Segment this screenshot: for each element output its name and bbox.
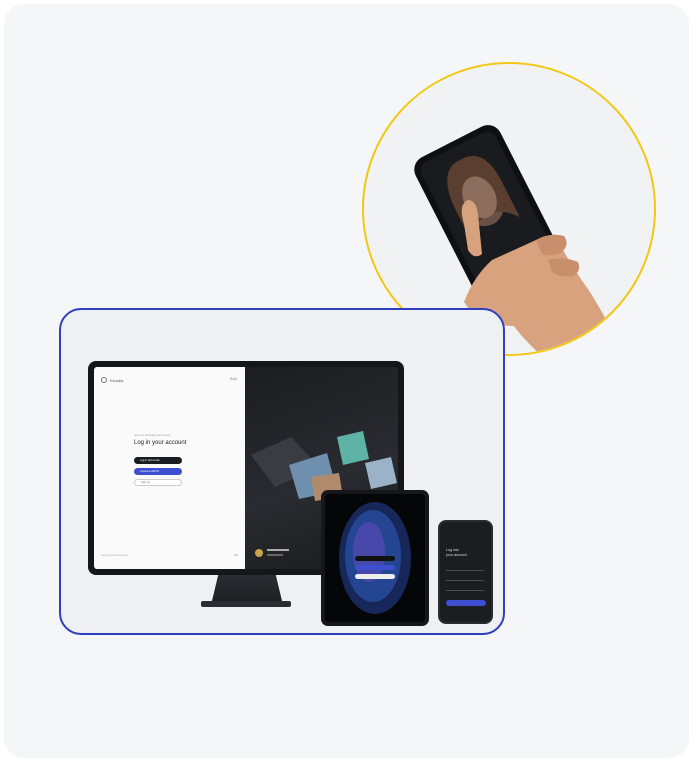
phone-login-title: Log into your account	[446, 548, 467, 557]
login-heading: Log in your account	[134, 440, 187, 446]
phone-input-line	[446, 590, 484, 591]
tablet-button	[355, 556, 395, 561]
image-card	[337, 431, 369, 465]
jellyfish-artwork	[339, 502, 411, 614]
brand-name: Kloudia	[110, 377, 124, 383]
login-panel: Kloudia Help Join the Kloudia community …	[94, 367, 245, 569]
monitor-stand-base	[201, 601, 291, 607]
email-login-label: Log in with email	[140, 459, 160, 462]
brand: Kloudia	[101, 377, 123, 383]
multi-device-preview: Kloudia Help Join the Kloudia community …	[59, 308, 505, 635]
signup-label: Sign up	[141, 481, 150, 484]
login-kicker: Join the Kloudia community	[134, 433, 171, 437]
smartphone-device: Log into your account	[438, 520, 493, 624]
tablet-screen	[325, 494, 425, 622]
tablet-device	[321, 490, 429, 626]
caption-line	[267, 549, 289, 551]
caption-line	[267, 554, 283, 556]
id-login-label: Continue with ID	[140, 470, 160, 473]
glow-shape	[353, 522, 385, 582]
phone-input-line	[446, 580, 484, 581]
help-link[interactable]: Help	[230, 377, 237, 381]
signup-button[interactable]: Sign up	[134, 479, 182, 486]
user-avatar-icon	[255, 549, 263, 557]
brand-logo-icon	[101, 377, 107, 383]
tablet-button	[355, 565, 395, 570]
phone-login-button	[446, 600, 486, 606]
email-login-button[interactable]: Log in with email	[134, 457, 182, 464]
language-selector[interactable]: EN	[234, 553, 238, 557]
phone-title-line: your account	[446, 552, 467, 557]
legal-links[interactable]: Legal Notice Privacy	[101, 553, 128, 557]
tablet-button	[355, 574, 395, 579]
phone-input-line	[446, 570, 484, 571]
id-login-button[interactable]: Continue with ID	[134, 468, 182, 475]
image-card	[365, 457, 397, 489]
